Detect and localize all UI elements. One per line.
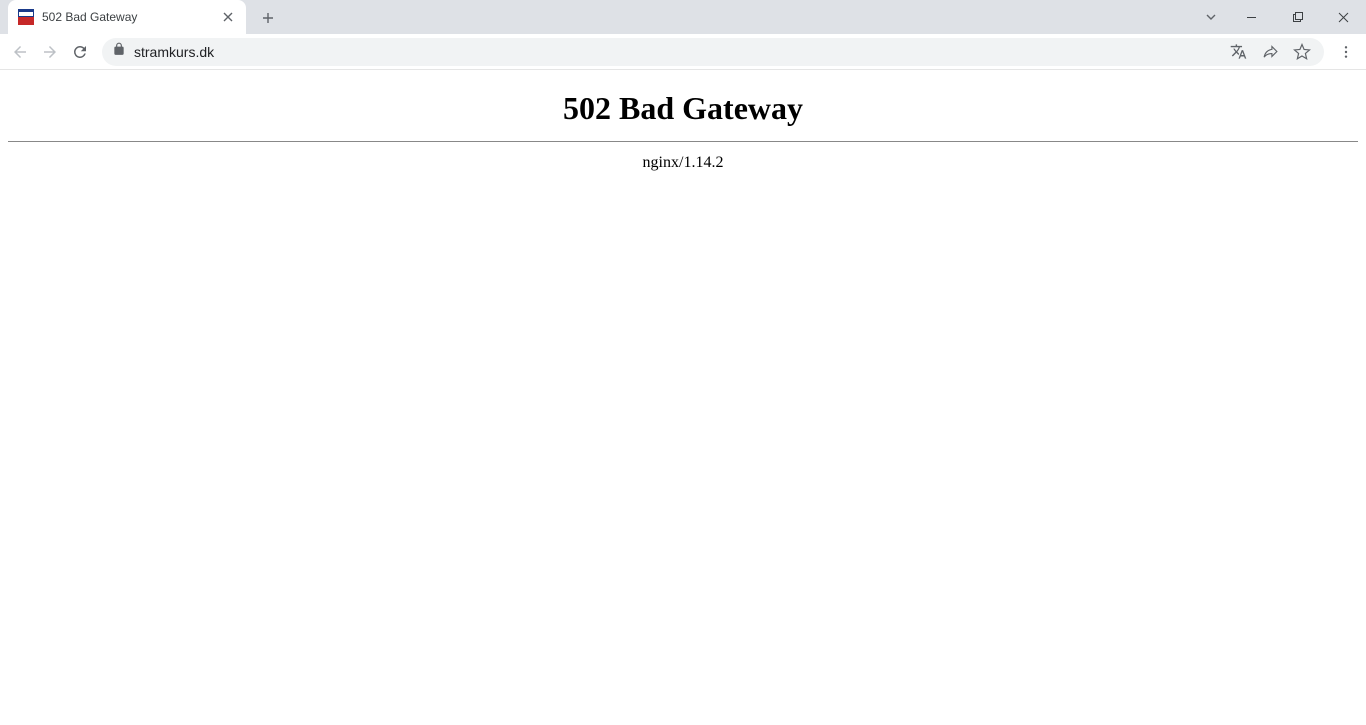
share-icon[interactable] — [1258, 40, 1282, 64]
back-button[interactable] — [6, 38, 34, 66]
address-bar[interactable] — [102, 38, 1324, 66]
new-tab-button[interactable] — [254, 4, 282, 32]
tab-close-button[interactable] — [220, 9, 236, 25]
page-content: 502 Bad Gateway nginx/1.14.2 — [0, 70, 1366, 180]
divider — [8, 141, 1358, 142]
favicon-icon — [18, 9, 34, 25]
lock-icon — [112, 42, 126, 61]
browser-toolbar — [0, 34, 1366, 70]
url-input[interactable] — [134, 44, 1218, 60]
server-version: nginx/1.14.2 — [8, 154, 1358, 172]
bookmark-star-icon[interactable] — [1290, 40, 1314, 64]
close-window-button[interactable] — [1320, 2, 1366, 32]
reload-button[interactable] — [66, 38, 94, 66]
tab-search-button[interactable] — [1194, 2, 1228, 32]
forward-button[interactable] — [36, 38, 64, 66]
tab-strip: 502 Bad Gateway — [0, 0, 1366, 34]
error-heading: 502 Bad Gateway — [8, 90, 1358, 127]
tab-title: 502 Bad Gateway — [42, 10, 212, 24]
browser-menu-button[interactable] — [1332, 38, 1360, 66]
window-controls — [1194, 0, 1366, 34]
minimize-button[interactable] — [1228, 2, 1274, 32]
translate-icon[interactable] — [1226, 40, 1250, 64]
maximize-button[interactable] — [1274, 2, 1320, 32]
browser-tab[interactable]: 502 Bad Gateway — [8, 0, 246, 34]
